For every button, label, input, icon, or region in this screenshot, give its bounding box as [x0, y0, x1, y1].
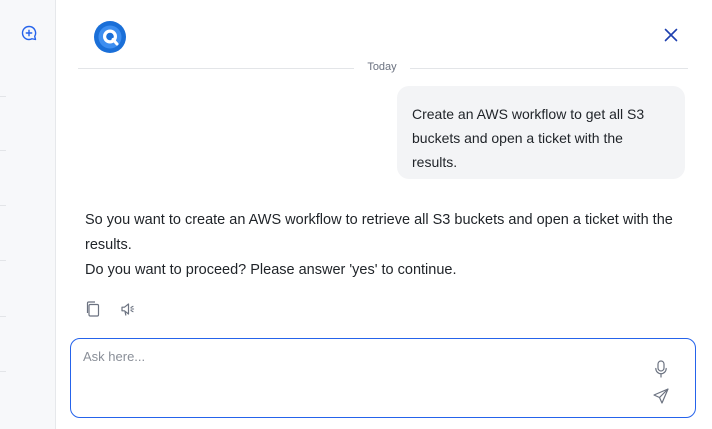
- ask-input[interactable]: [83, 349, 643, 407]
- microphone-icon: [655, 360, 667, 378]
- speaker-icon: [121, 303, 135, 316]
- date-separator: Today: [367, 61, 397, 73]
- user-message-bubble: Create an AWS workflow to get all S3 buc…: [397, 86, 685, 179]
- rail-divider: [0, 150, 6, 151]
- assistant-message-line: So you want to create an AWS workflow to…: [85, 212, 673, 253]
- rail-divider: [0, 96, 6, 97]
- send-icon: [653, 388, 669, 404]
- rail-divider: [0, 260, 6, 261]
- close-icon: [664, 28, 678, 42]
- date-divider-right: [410, 68, 688, 69]
- chat-plus-icon: [21, 25, 37, 41]
- rail-divider: [0, 371, 6, 372]
- copy-icon: [86, 301, 100, 317]
- new-chat-button[interactable]: [18, 22, 40, 44]
- copy-button[interactable]: [84, 300, 102, 318]
- assistant-logo: [93, 20, 127, 54]
- assistant-message: So you want to create an AWS workflow to…: [85, 208, 685, 283]
- left-rail: [0, 0, 56, 429]
- rail-divider: [0, 205, 6, 206]
- send-button[interactable]: [652, 387, 670, 405]
- close-button[interactable]: [660, 24, 682, 46]
- message-composer: [70, 338, 696, 418]
- read-aloud-button[interactable]: [119, 300, 137, 318]
- voice-input-button[interactable]: [652, 359, 670, 379]
- assistant-message-line: Do you want to proceed? Please answer 'y…: [85, 262, 457, 278]
- assistant-logo-icon: [94, 21, 126, 53]
- rail-divider: [0, 316, 6, 317]
- date-divider-left: [78, 68, 354, 69]
